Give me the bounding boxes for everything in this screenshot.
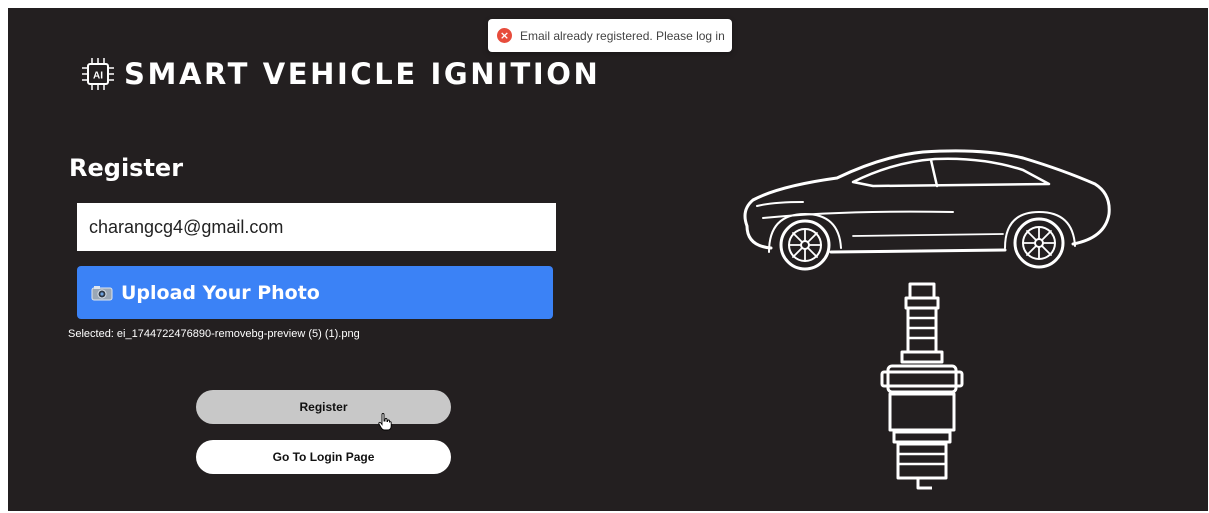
spark-plug-illustration — [880, 282, 964, 490]
upload-photo-button[interactable]: Upload Your Photo — [77, 266, 553, 319]
error-toast: × Email already registered. Please log i… — [488, 19, 732, 52]
error-icon: × — [497, 28, 512, 43]
car-illustration — [743, 149, 1111, 271]
brand-title: SMART VEHICLE IGNITION — [124, 57, 601, 91]
brand: AI SMART VEHICLE IGNITION — [78, 54, 600, 94]
toast-message: Email already registered. Please log in — [520, 28, 725, 43]
selected-file-text: Selected: ei_1744722476890-removebg-prev… — [68, 328, 360, 340]
app-window: × Email already registered. Please log i… — [8, 8, 1208, 511]
camera-icon — [91, 285, 113, 300]
go-to-login-button[interactable]: Go To Login Page — [196, 440, 451, 474]
register-button[interactable]: Register — [196, 390, 451, 424]
upload-photo-label: Upload Your Photo — [121, 281, 320, 304]
hand-cursor-icon — [378, 413, 392, 431]
page-title: Register — [69, 154, 184, 182]
email-field[interactable] — [77, 203, 556, 251]
logo-text: AI — [93, 71, 103, 82]
ai-chip-icon: AI — [82, 58, 114, 90]
